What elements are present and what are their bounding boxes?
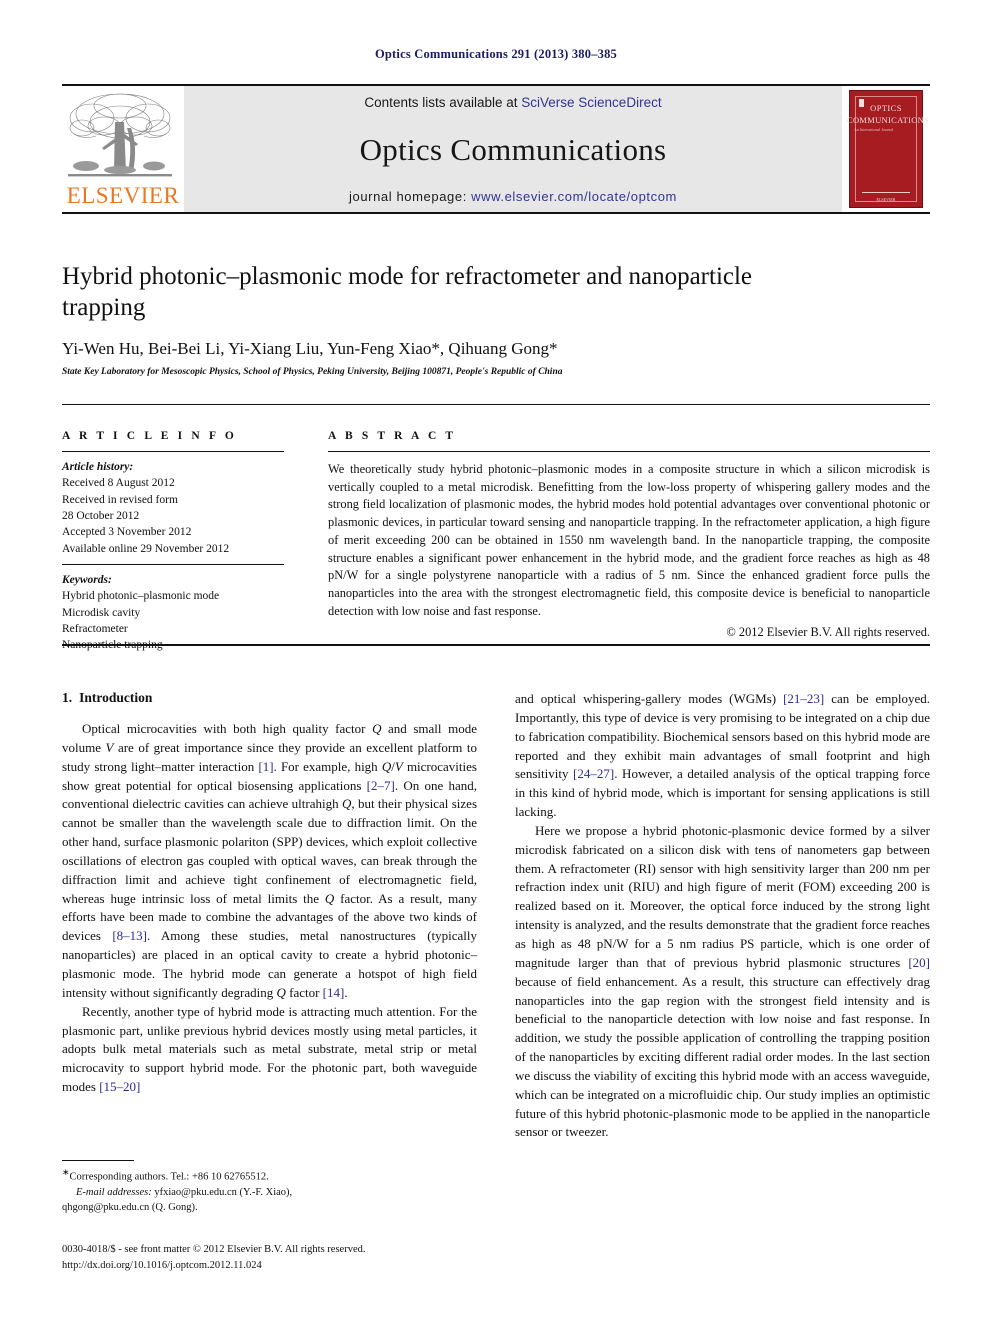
body-column-left: 1. Introduction Optical microcavities wit… [62, 690, 477, 1142]
keyword-item: Hybrid photonic–plasmonic mode [62, 590, 220, 603]
paragraph: Here we propose a hybrid photonic-plasmo… [515, 822, 930, 1140]
imprint-block: 0030-4018/$ - see front matter © 2012 El… [62, 1242, 532, 1274]
journal-masthead: ELSEVIER Contents lists available at Sci… [62, 84, 930, 214]
title-block: Hybrid photonic–plasmonic mode for refra… [62, 262, 822, 377]
author-list: Yi-Wen Hu, Bei-Bei Li, Yi-Xiang Liu, Yun… [62, 339, 558, 358]
history-item: Accepted 3 November 2012 [62, 526, 192, 539]
history-item: Available online 29 November 2012 [62, 542, 230, 555]
article-history-group: Article history: Received 8 August 2012 … [62, 452, 284, 564]
cover-publisher: ELSEVIER [876, 197, 896, 202]
journal-title: Optics Communications [359, 131, 667, 167]
section-number: 1. [62, 690, 73, 705]
keyword-item: Refractometer [62, 622, 128, 635]
info-section-top-rule [62, 404, 930, 405]
corresponding-text: Corresponding authors. Tel.: +86 10 6276… [69, 1171, 269, 1183]
history-item: Received in revised form [62, 493, 178, 506]
paragraph: Optical microcavities with both high qua… [62, 721, 478, 1000]
cover-image: OPTICS COMMUNICATIONS An International J… [847, 90, 930, 208]
masthead-center: Contents lists available at SciVerse Sci… [184, 86, 842, 212]
abstract-heading: A B S T R A C T [328, 430, 457, 442]
sciencedirect-link[interactable]: SciVerse ScienceDirect [521, 95, 661, 110]
running-head: Optics Communications 291 (2013) 380–385 [374, 47, 618, 61]
cover-divider [862, 192, 910, 193]
affiliation: State Key Laboratory for Mesoscopic Phys… [62, 367, 563, 377]
keywords-group: Keywords: Hybrid photonic–plasmonic mode… [62, 565, 284, 661]
abstract-text: We theoretically study hybrid photonic–p… [328, 462, 930, 618]
email-note-line-1: E-mail addresses: yfxiao@pku.edu.cn (Y.-… [62, 1185, 477, 1200]
elsevier-tree-icon [68, 93, 172, 177]
footnote-rule [62, 1160, 134, 1161]
asterisk-icon: ∗ [62, 1167, 70, 1177]
email-value-1[interactable]: yfxiao@pku.edu.cn (Y.-F. Xiao), [152, 1187, 292, 1198]
contents-prefix: Contents lists available at [364, 95, 522, 110]
email-label: E-mail addresses: [76, 1186, 152, 1198]
cover-title-line1: OPTICS [870, 103, 902, 113]
elsevier-wordmark: ELSEVIER [66, 183, 180, 208]
issn-copyright-line: 0030-4018/$ - see front matter © 2012 El… [62, 1244, 366, 1255]
article-info-heading: A R T I C L E I N F O [62, 430, 237, 442]
article-history-label: Article history: [62, 461, 134, 473]
masthead-bottom-rule [62, 212, 930, 214]
email-note-line-2[interactable]: qhgong@pku.edu.cn (Q. Gong). [62, 1200, 477, 1215]
cover-title-line2: COMMUNICATIONS [847, 115, 930, 125]
footnote-block: ∗Corresponding authors. Tel.: +86 10 627… [62, 1160, 477, 1215]
history-item: Received 8 August 2012 [62, 477, 175, 490]
doi-link[interactable]: http://dx.doi.org/10.1016/j.optcom.2012.… [62, 1258, 532, 1274]
body-column-right: and optical whispering-gallery modes (WG… [515, 690, 930, 1142]
contents-available-line: Contents lists available at SciVerse Sci… [184, 95, 842, 110]
homepage-prefix: journal homepage: [349, 189, 472, 204]
abstract-copyright: © 2012 Elsevier B.V. All rights reserved… [726, 624, 930, 639]
journal-homepage-line: journal homepage: www.elsevier.com/locat… [184, 189, 842, 204]
paragraph: and optical whispering-gallery modes (WG… [515, 691, 931, 820]
journal-homepage-link[interactable]: www.elsevier.com/locate/optcom [471, 189, 677, 204]
cover-subtitle: An International Journal [854, 127, 894, 132]
history-item: 28 October 2012 [62, 509, 140, 522]
body-columns: 1. Introduction Optical microcavities wit… [62, 690, 930, 1142]
info-section-bottom-rule [62, 644, 930, 646]
section-title: Introduction [79, 690, 153, 705]
elsevier-logo: ELSEVIER [62, 86, 184, 212]
section-heading-introduction: 1. Introduction [62, 690, 477, 706]
abstract-column: A B S T R A C T We theoretically study h… [328, 430, 930, 640]
article-page: Optics Communications 291 (2013) 380–385 [0, 0, 992, 1323]
corresponding-author-note: ∗Corresponding authors. Tel.: +86 10 627… [62, 1166, 477, 1185]
article-title: Hybrid photonic–plasmonic mode for refra… [62, 263, 753, 321]
journal-cover-thumbnail: OPTICS COMMUNICATIONS An International J… [842, 86, 930, 212]
article-info-column: A R T I C L E I N F O Article history: R… [62, 430, 284, 661]
keywords-label: Keywords: [62, 573, 112, 586]
paragraph: Recently, another type of hybrid mode is… [62, 1003, 477, 1095]
keyword-item: Microdisk cavity [62, 606, 141, 619]
